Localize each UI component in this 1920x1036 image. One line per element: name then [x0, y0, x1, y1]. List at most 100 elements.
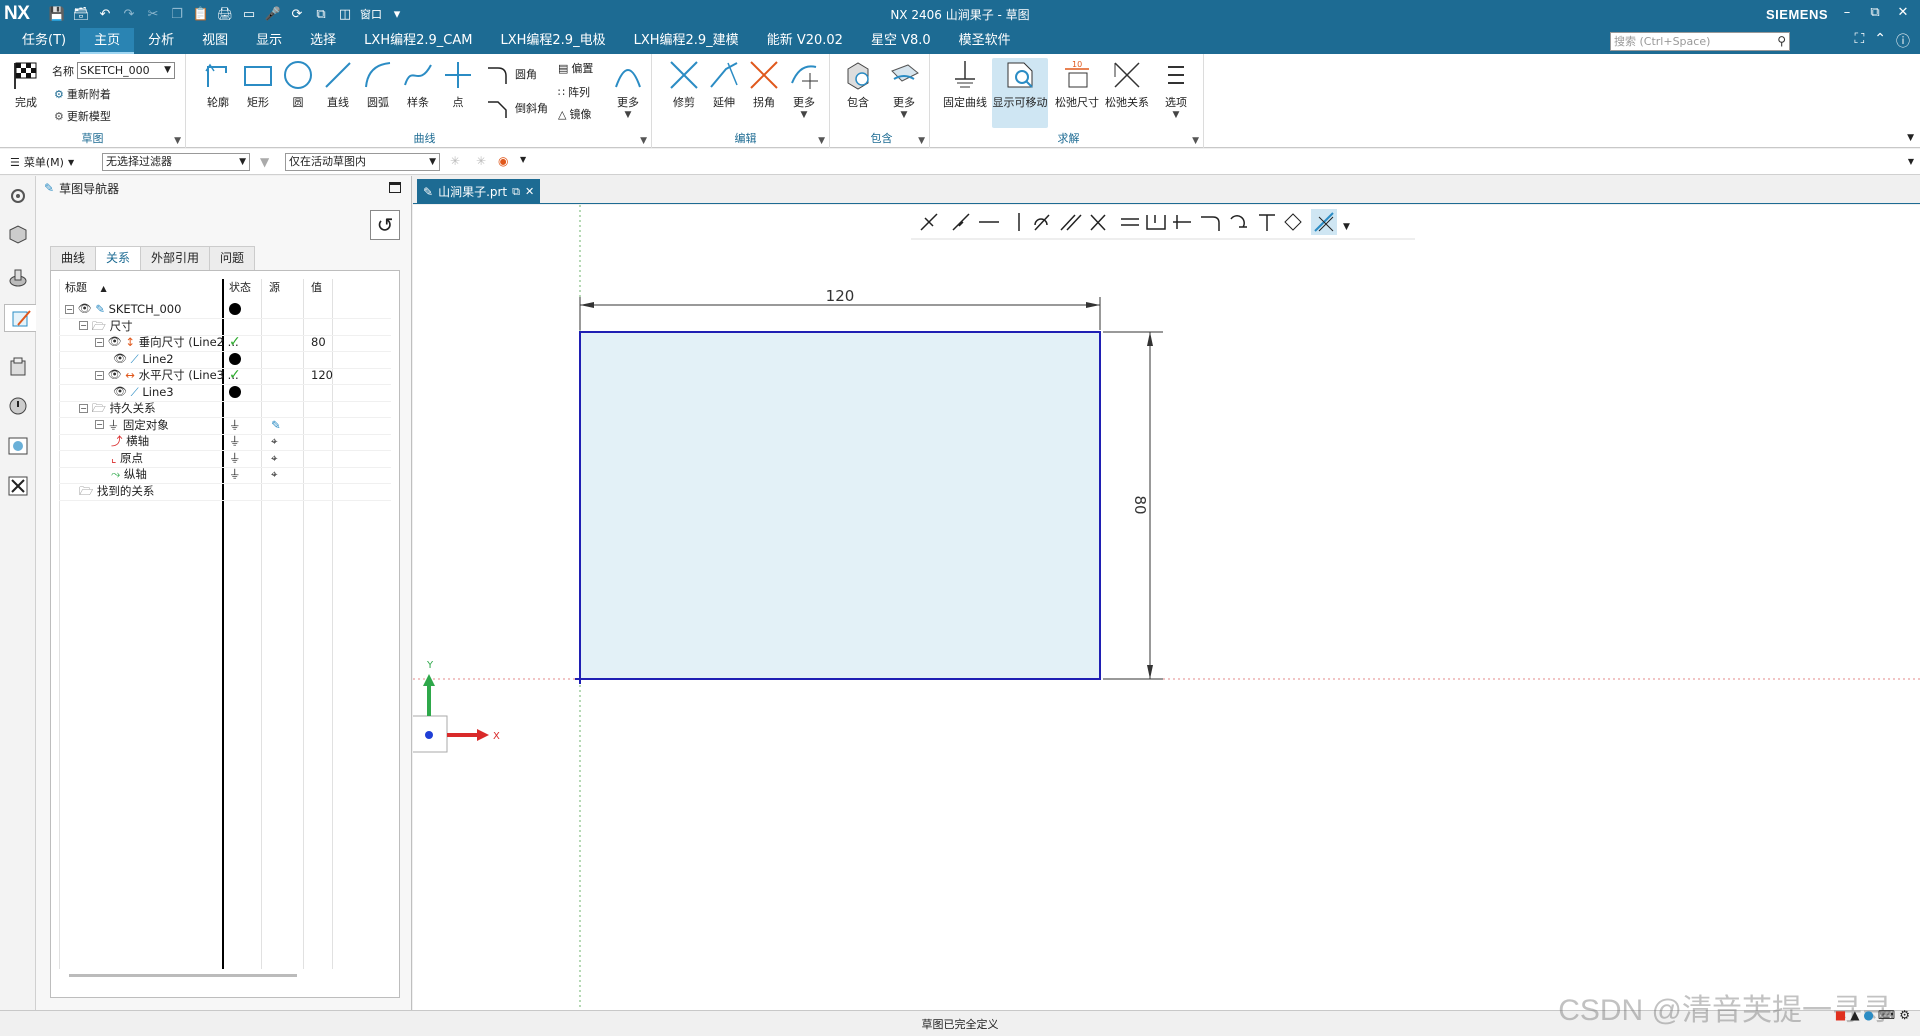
snap-settings-icon[interactable]: ✳ — [476, 154, 486, 168]
mirror-button[interactable]: △ 镜像 — [558, 106, 591, 122]
web-browser-icon[interactable] — [4, 432, 32, 460]
relax-constraint-button[interactable]: 松弛关系 — [1104, 58, 1150, 110]
offset-button[interactable]: ▤ 偏置 — [558, 60, 593, 76]
collapse-toggle-icon[interactable]: − — [79, 321, 88, 330]
include-button[interactable]: 包含 — [838, 58, 878, 110]
snap-angle-icon[interactable] — [1284, 213, 1302, 231]
menu-tab-10[interactable]: 星空 V8.0 — [857, 28, 945, 54]
fillet-constraint-icon[interactable] — [1201, 216, 1220, 231]
fixed-length-icon[interactable] — [1259, 214, 1275, 231]
corner-button[interactable]: 拐角 — [744, 58, 784, 110]
menu-tab-1[interactable]: 主页 — [80, 28, 135, 54]
minimize-icon[interactable]: – — [1838, 4, 1856, 22]
point-button[interactable]: 点 — [438, 58, 478, 110]
reuse-library-icon[interactable] — [4, 352, 32, 380]
column-header-title[interactable]: 标题 ▲ — [65, 279, 107, 297]
collapse-toggle-icon[interactable]: − — [95, 337, 104, 347]
circle-button[interactable]: 圆 — [278, 58, 318, 110]
sketch-name-select[interactable]: SKETCH_000 ▼ — [77, 62, 175, 79]
selection-scope-select[interactable]: 仅在活动草图内 ▼ — [285, 153, 440, 171]
part-navigator-icon[interactable] — [4, 220, 32, 248]
graphics-window[interactable]: ▼ 120 80 Y X — [413, 205, 1920, 1010]
collinear-icon[interactable] — [1173, 215, 1191, 229]
point-on-curve-icon[interactable] — [952, 213, 970, 231]
extend-button[interactable]: 延伸 — [704, 58, 744, 110]
pattern-button[interactable]: ∷ 阵列 — [558, 84, 590, 100]
collapse-toggle-icon[interactable]: − — [65, 304, 74, 314]
finish-sketch-button[interactable]: 完成 — [6, 58, 46, 110]
curve-more-button[interactable]: 更多 ▼ — [608, 58, 648, 120]
navigator-tab-0[interactable]: 曲线 — [50, 246, 97, 270]
spline-button[interactable]: 样条 — [398, 58, 438, 110]
perpendicular-icon[interactable] — [1090, 214, 1106, 231]
undock-icon[interactable]: ⧉ — [512, 185, 520, 199]
close-tab-icon[interactable]: ✕ — [525, 185, 534, 198]
ime-logo-icon[interactable]: ■ — [1835, 1008, 1846, 1022]
collapse-ribbon-icon[interactable]: ⌃ — [1874, 31, 1886, 51]
show-movable-button[interactable]: 显示可移动 — [992, 58, 1048, 128]
chevron-down-icon[interactable]: ▼ — [520, 155, 526, 164]
selection-bar-options-icon[interactable]: ▼ — [1908, 157, 1914, 166]
fix-curve-button[interactable]: 固定曲线 — [942, 58, 988, 110]
chevron-down-icon[interactable]: ▼ — [1343, 222, 1350, 232]
menu-tab-4[interactable]: 显示 — [242, 28, 296, 54]
group-dropdown-icon[interactable]: ▼ — [918, 136, 925, 146]
menu-tab-9[interactable]: 能新 V20.02 — [753, 28, 857, 54]
coincident-icon[interactable] — [920, 213, 938, 231]
equal-length-icon[interactable] — [1121, 218, 1139, 226]
horizontal-scrollbar[interactable] — [69, 974, 297, 977]
sketch-rectangle[interactable] — [579, 331, 1101, 680]
maximize-panel-icon[interactable] — [389, 182, 401, 193]
fullscreen-icon[interactable]: ⛶ — [1854, 31, 1864, 51]
include-more-button[interactable]: 更多 ▼ — [884, 58, 924, 120]
roles-icon[interactable] — [4, 472, 32, 500]
horizontal-dimension-value[interactable]: 120 — [826, 287, 855, 305]
part-tab[interactable]: ✎ 山涧果子.prt ⧉ ✕ — [417, 179, 541, 204]
column-header-value[interactable]: 值 — [311, 279, 322, 297]
assembly-navigator-icon[interactable] — [4, 264, 32, 292]
group-dropdown-icon[interactable]: ▼ — [640, 136, 647, 146]
ribbon-options-icon[interactable]: ▼ — [1907, 133, 1914, 143]
sketch-navigator-icon[interactable] — [4, 304, 36, 332]
restore-icon[interactable]: ⧉ — [1866, 4, 1884, 22]
tangent-icon[interactable] — [1034, 214, 1050, 231]
select-intent-icon[interactable]: ◉ — [498, 154, 508, 168]
menu-tab-0[interactable]: 任务(T) — [8, 28, 80, 54]
collapse-toggle-icon[interactable]: − — [95, 370, 104, 380]
history-icon[interactable] — [4, 392, 32, 420]
options-button[interactable]: 选项 ▼ — [1156, 58, 1196, 120]
column-header-source[interactable]: 源 — [269, 279, 280, 297]
group-dropdown-icon[interactable]: ▼ — [1192, 136, 1199, 146]
chamfer-button[interactable]: 倒斜角 — [486, 98, 548, 118]
keyboard-icon[interactable]: ⌨ — [1878, 1008, 1895, 1022]
column-header-status[interactable]: 状态 — [229, 279, 251, 297]
menu-tab-6[interactable]: LXH编程2.9_CAM — [350, 28, 486, 54]
menu-tab-8[interactable]: LXH编程2.9_建模 — [620, 28, 753, 54]
navigator-tab-2[interactable]: 外部引用 — [140, 246, 211, 270]
microphone-icon[interactable]: ● — [1863, 1008, 1873, 1022]
help-icon[interactable]: ⓘ — [1896, 31, 1910, 51]
group-dropdown-icon[interactable]: ▼ — [174, 136, 181, 146]
sketch-canvas[interactable]: ▼ 120 80 Y X — [413, 205, 1920, 1010]
collapse-toggle-icon[interactable]: − — [95, 420, 104, 429]
trim-button[interactable]: 修剪 — [664, 58, 704, 110]
menu-tab-3[interactable]: 视图 — [188, 28, 242, 54]
type-filter-select[interactable]: 无选择过滤器 ▼ — [102, 153, 250, 171]
rectangle-button[interactable]: 矩形 — [238, 58, 278, 110]
main-menu-button[interactable]: ☰ 菜单(M) ▼ — [10, 154, 74, 170]
filter-icon[interactable]: ▼ — [260, 155, 269, 169]
menu-tab-5[interactable]: 选择 — [296, 28, 350, 54]
relax-dimension-button[interactable]: 10 松弛尺寸 — [1054, 58, 1100, 110]
update-model-button[interactable]: ⚙ 更新模型 — [54, 108, 111, 124]
menu-tab-7[interactable]: LXH编程2.9_电极 — [486, 28, 619, 54]
gear-icon[interactable] — [4, 182, 32, 210]
tree-row[interactable]: 🗁 找到的关系 — [59, 481, 391, 501]
navigator-tab-3[interactable]: 问题 — [209, 246, 256, 270]
command-search-input[interactable]: 搜索 (Ctrl+Space) ⚲ — [1610, 32, 1790, 51]
horizontal-dimension[interactable]: 120 — [579, 287, 1101, 330]
close-icon[interactable]: ✕ — [1894, 4, 1912, 22]
profile-button[interactable]: 轮廓 — [198, 58, 238, 110]
concentric-icon[interactable] — [1230, 215, 1247, 228]
reattach-button[interactable]: ⚙ 重新附着 — [54, 86, 111, 102]
collapse-toggle-icon[interactable]: − — [79, 403, 88, 413]
